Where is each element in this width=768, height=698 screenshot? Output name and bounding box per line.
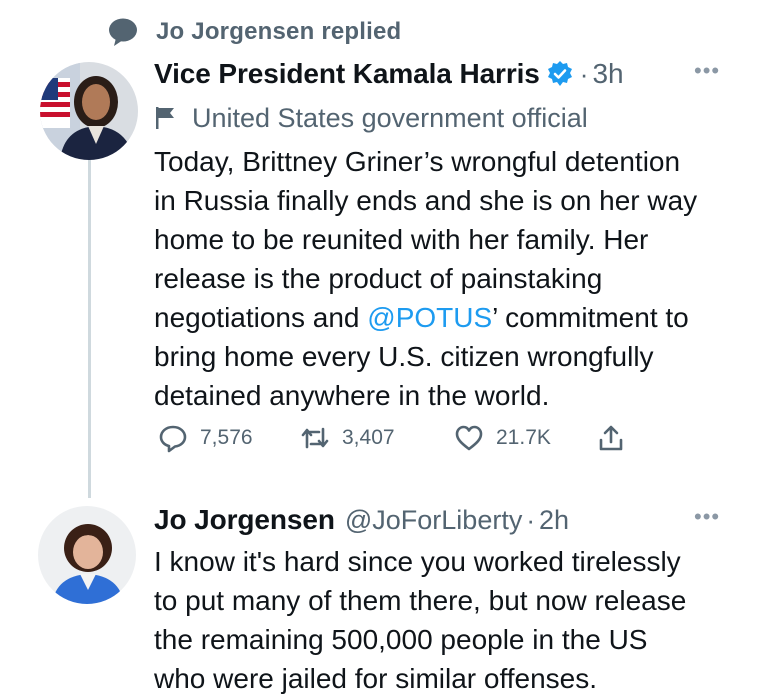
tweet2-header: Jo Jorgensen @JoForLiberty · 2h xyxy=(154,498,569,542)
retweet-button[interactable]: 3,407 xyxy=(300,423,454,453)
tweet1-text: Today, Brittney Griner’s wrongful detent… xyxy=(154,142,754,415)
like-button[interactable]: 21.7K xyxy=(454,423,596,453)
tweet1-actions: 7,576 3,407 21.7K xyxy=(158,418,626,458)
heart-icon xyxy=(454,423,484,453)
reply-context: Jo Jorgensen replied xyxy=(108,14,401,50)
separator-dot: · xyxy=(579,58,589,89)
author-name[interactable]: Vice President Kamala Harris xyxy=(154,58,540,90)
avatar-jorgensen[interactable] xyxy=(38,506,136,604)
speech-bubble-icon xyxy=(108,17,138,47)
separator-dot: · xyxy=(526,504,535,535)
reply-context-label: Jo Jorgensen replied xyxy=(156,18,402,45)
government-label-text: United States government official xyxy=(192,102,588,133)
tweet-time[interactable]: 2h xyxy=(539,505,569,536)
tweet2-text: I know it's hard since you worked tirele… xyxy=(154,546,687,694)
thread-connector xyxy=(88,160,91,498)
like-count: 21.7K xyxy=(496,426,551,449)
share-button[interactable] xyxy=(596,423,626,453)
author-handle[interactable]: @JoForLiberty xyxy=(345,505,522,536)
more-options-icon[interactable]: ••• xyxy=(694,504,720,530)
tweet-time[interactable]: 3h xyxy=(592,58,623,90)
mention-link[interactable]: @POTUS xyxy=(367,302,492,333)
reply-icon xyxy=(158,423,188,453)
government-label: United States government official xyxy=(154,98,588,138)
more-options-icon[interactable]: ••• xyxy=(694,58,720,84)
reply-count: 7,576 xyxy=(200,426,253,449)
avatar-harris[interactable] xyxy=(40,62,138,160)
share-icon xyxy=(596,423,626,453)
flag-icon xyxy=(154,105,178,131)
author-name[interactable]: Jo Jorgensen xyxy=(154,504,335,536)
tweet1-header: Vice President Kamala Harris · 3h xyxy=(154,52,624,96)
retweet-icon xyxy=(300,423,330,453)
reply-button[interactable]: 7,576 xyxy=(158,423,300,453)
verified-badge-icon xyxy=(546,60,574,88)
retweet-count: 3,407 xyxy=(342,426,395,449)
